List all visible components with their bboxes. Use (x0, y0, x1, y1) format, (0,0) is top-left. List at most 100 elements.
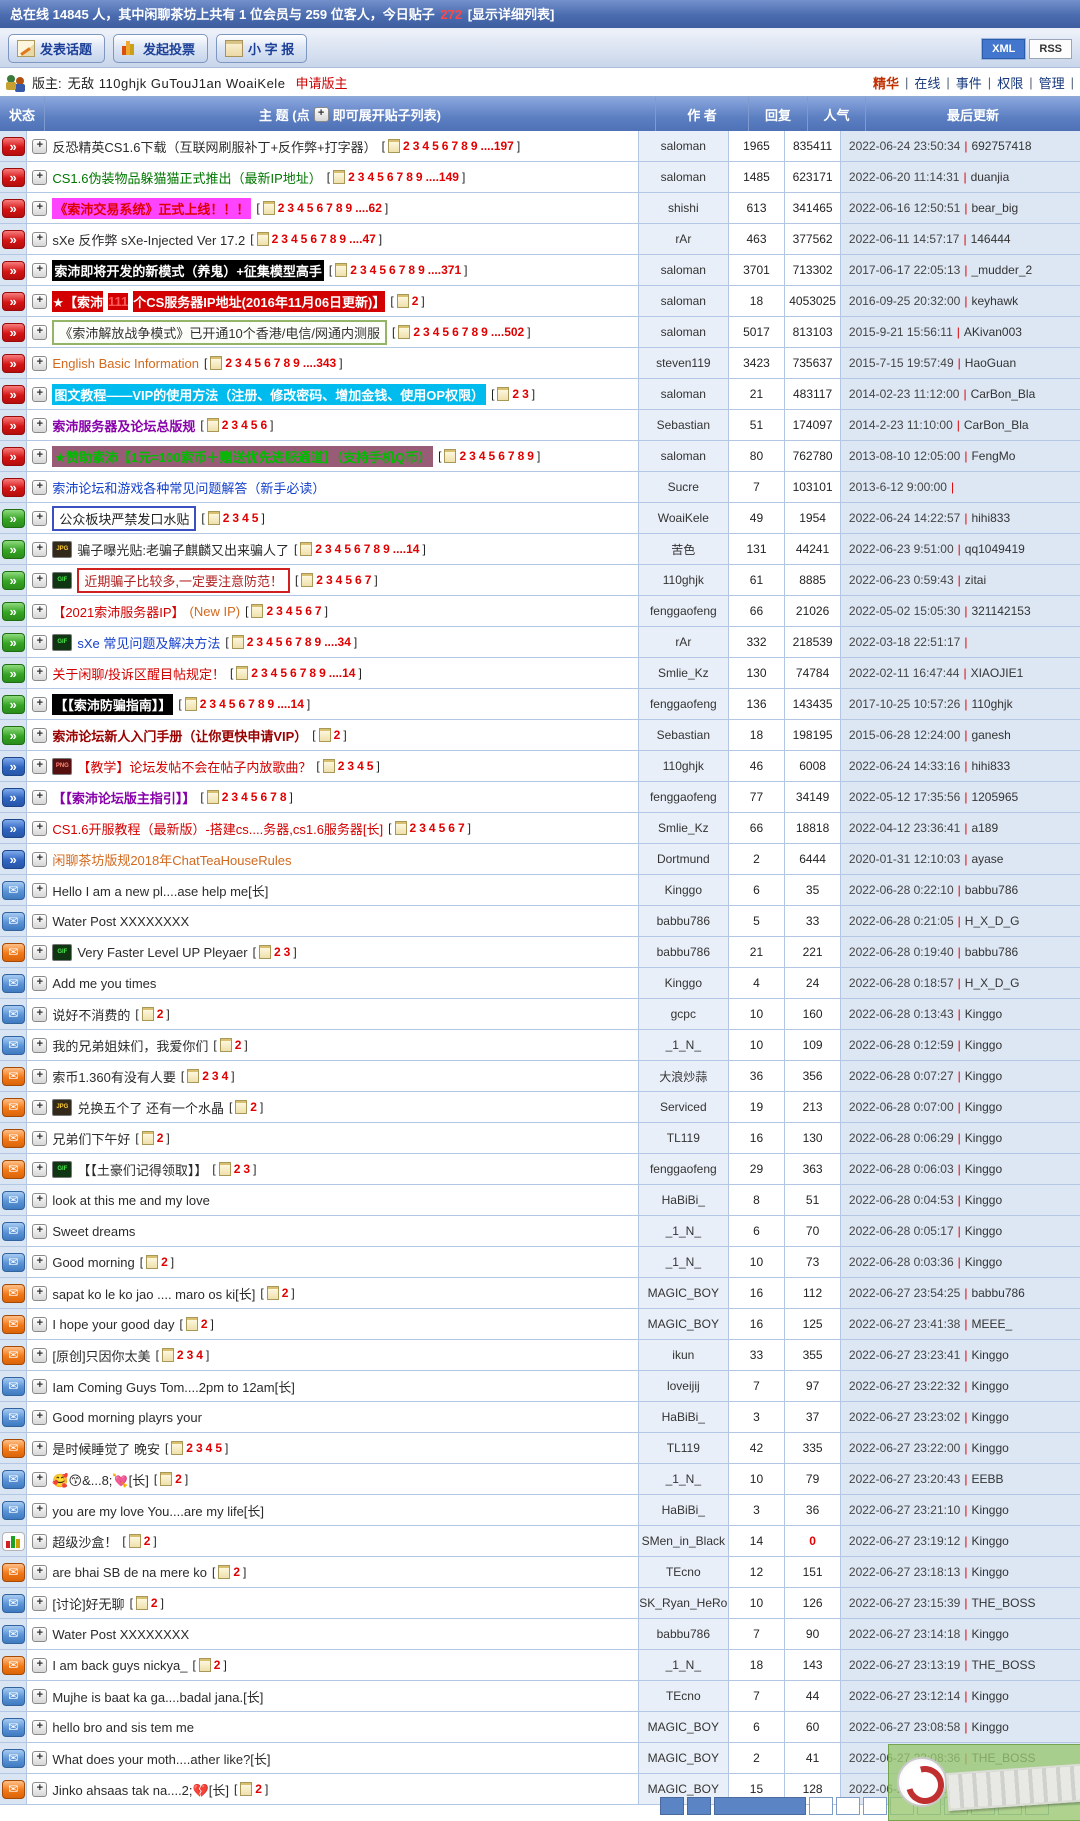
thread-title[interactable]: Add me you times (52, 976, 156, 991)
expand-thread-icon[interactable]: + (32, 852, 47, 867)
page-number-link[interactable]: 2 (233, 1565, 240, 1579)
page-number-link[interactable]: 3 (347, 759, 354, 773)
page-doc-icon[interactable] (240, 1782, 252, 1796)
page-number-link[interactable]: 2 (157, 1131, 164, 1145)
link-digest[interactable]: 精华 (873, 73, 899, 92)
page-doc-icon[interactable] (335, 263, 347, 277)
last-post-user[interactable]: 110ghjk (971, 697, 1012, 711)
apply-moderator-link[interactable]: 申请版主 (295, 73, 347, 92)
page-number-link[interactable]: 4 (206, 1441, 213, 1455)
page-number-link[interactable]: 2 (175, 1472, 182, 1486)
last-page-link[interactable]: ....14 (329, 666, 356, 680)
expand-thread-icon[interactable]: + (32, 1720, 47, 1735)
page-number-link[interactable]: 2 (278, 201, 285, 215)
page-number-link[interactable]: 7 (365, 573, 372, 587)
page-number-link[interactable]: 4 (357, 759, 364, 773)
new-poll-button[interactable]: 发起投票 (113, 34, 208, 63)
last-post-user[interactable]: Kinggo (971, 1534, 1008, 1548)
page-number-link[interactable]: 3 (243, 1162, 250, 1176)
last-post-user[interactable]: Kinggo (971, 1441, 1008, 1455)
last-post-user[interactable]: a189 (971, 821, 998, 835)
thread-author[interactable]: 大浪炒蒜 (639, 1061, 729, 1091)
thread-author[interactable]: 110ghjk (639, 751, 729, 781)
page-number-link[interactable]: 2 (282, 1286, 289, 1300)
page-doc-icon[interactable] (162, 1348, 174, 1362)
last-post-user[interactable]: ayase (971, 852, 1003, 866)
thread-title[interactable]: Hello I am a new pl....ase help me[长] (52, 881, 268, 900)
page-number-link[interactable]: 3 (325, 542, 332, 556)
page-doc-icon[interactable] (207, 790, 219, 804)
page-doc-icon[interactable] (301, 573, 313, 587)
page-number-link[interactable]: 5 (489, 449, 496, 463)
page-number-link[interactable]: 5 (252, 511, 259, 525)
page-number-link[interactable]: 4 (370, 263, 377, 277)
thread-title[interactable]: 【教学】论坛发帖不会在帖子内放歌曲？ (77, 757, 311, 776)
thread-author[interactable]: saloman (639, 131, 729, 161)
last-post-user[interactable]: bear_big (971, 201, 1018, 215)
page-doc-icon[interactable] (398, 325, 410, 339)
page-number-link[interactable]: 3 (287, 201, 294, 215)
thread-title[interactable]: 111 (108, 293, 128, 310)
thread-author[interactable]: MAGIC_BOY (639, 1712, 729, 1742)
expand-thread-icon[interactable]: + (32, 139, 47, 154)
thread-title[interactable]: are bhai SB de na mere ko (52, 1565, 207, 1580)
page-number-link[interactable]: 4 (286, 604, 293, 618)
thread-title[interactable]: 公众板块严禁发口水贴 (52, 506, 196, 531)
page-number-link[interactable]: 2 (247, 635, 254, 649)
thread-title[interactable]: 【【土豪们记得领取】】 (77, 1160, 207, 1179)
expand-thread-icon[interactable]: + (32, 1317, 47, 1332)
page-number-link[interactable]: 6 (448, 821, 455, 835)
thread-author[interactable]: fenggaofeng (639, 782, 729, 812)
expand-thread-icon[interactable]: + (32, 1689, 47, 1704)
page-number-link[interactable]: 9 (346, 201, 353, 215)
last-post-user[interactable]: 1205965 (971, 790, 1018, 804)
page-number-link[interactable]: 5 (276, 635, 283, 649)
expand-thread-icon[interactable]: + (32, 604, 47, 619)
thread-title[interactable]: Iam Coming Guys Tom....2pm to 12am[长] (52, 1377, 295, 1396)
page-number-link[interactable]: 2 (222, 790, 229, 804)
thread-author[interactable]: Smlie_Kz (639, 658, 729, 688)
page-number-link[interactable]: 4 (241, 790, 248, 804)
page-number-link[interactable]: 6 (238, 697, 245, 711)
page-doc-icon[interactable] (497, 387, 509, 401)
page-number-link[interactable]: 4 (291, 232, 298, 246)
thread-author[interactable]: MAGIC_BOY (639, 1743, 729, 1773)
thread-author[interactable]: loveijij (639, 1371, 729, 1401)
thread-author[interactable]: HaBiBi_ (639, 1495, 729, 1525)
page-number-link[interactable]: 4 (422, 139, 429, 153)
thread-title[interactable]: 近期骗子比较多,一定要注意防范！ (77, 568, 290, 593)
last-page-link[interactable]: ....343 (303, 356, 336, 370)
last-post-user[interactable]: THE_BOSS (971, 1596, 1035, 1610)
thread-author[interactable]: 苦色 (639, 534, 729, 564)
page-number-link[interactable]: 3 (232, 511, 239, 525)
expand-thread-icon[interactable]: + (32, 1751, 47, 1766)
thread-title[interactable]: ★【索沛 (52, 291, 103, 312)
page-number-link[interactable]: 9 (418, 263, 425, 277)
thread-title[interactable]: 骗子曝光贴:老骗子麒麟又出来骗人了 (77, 540, 289, 559)
last-post-user[interactable]: Kinggo (965, 1100, 1002, 1114)
expand-thread-icon[interactable]: + (32, 201, 47, 216)
page-number-link[interactable]: 7 (315, 604, 322, 618)
thread-title[interactable]: look at this me and my love (52, 1193, 210, 1208)
thread-author[interactable]: saloman (639, 317, 729, 347)
last-post-user[interactable]: CarBon_Bla (964, 418, 1029, 432)
last-post-user[interactable]: qq1049419 (965, 542, 1025, 556)
page-number-link[interactable]: 9 (339, 232, 346, 246)
page-number-link[interactable]: 4 (219, 697, 226, 711)
page-number-link[interactable]: 2 (200, 697, 207, 711)
page-number-link[interactable]: 3 (235, 356, 242, 370)
expand-thread-icon[interactable]: + (32, 511, 47, 526)
page-doc-icon[interactable] (236, 666, 248, 680)
page-number-link[interactable]: 3 (209, 697, 216, 711)
page-number-link[interactable]: 6 (354, 542, 361, 556)
last-post-user[interactable]: AKivan003 (964, 325, 1022, 339)
thread-title[interactable]: hello bro and sis tem me (52, 1720, 194, 1735)
page-number-link[interactable]: 5 (251, 418, 258, 432)
last-page-link[interactable]: ....197 (481, 139, 514, 153)
page-number-link[interactable]: 9 (416, 170, 423, 184)
pagination-box[interactable] (714, 1797, 806, 1815)
page-doc-icon[interactable] (199, 1658, 211, 1672)
page-number-link[interactable]: 3 (212, 1069, 219, 1083)
last-post-user[interactable]: Kinggo (971, 1410, 1008, 1424)
moderator-names[interactable]: 无敌 110ghjk GuTouJ1an WoaiKele (68, 73, 286, 92)
